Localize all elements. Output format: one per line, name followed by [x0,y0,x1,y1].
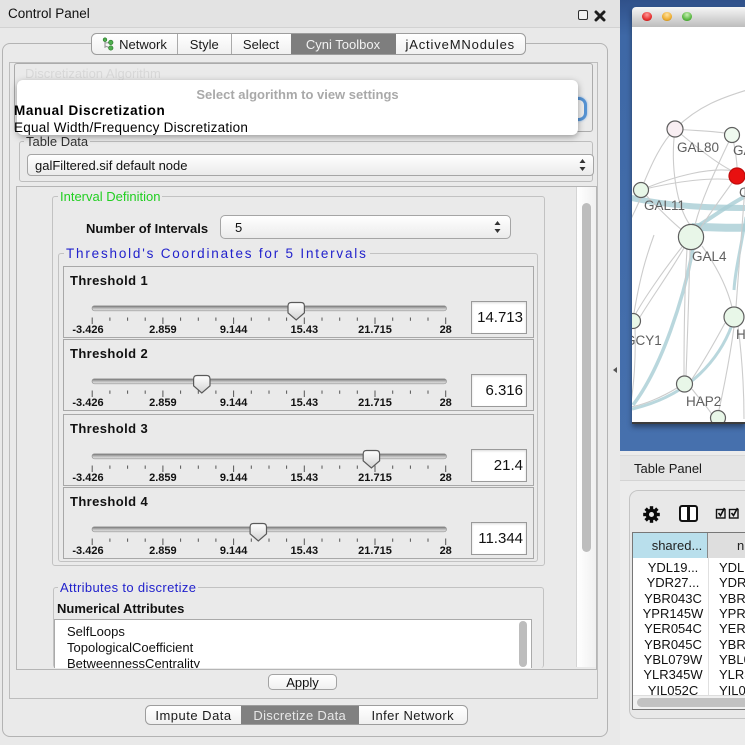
svg-text:C: C [739,185,745,200]
svg-text:GA: GA [733,143,745,158]
svg-text:GAL4: GAL4 [692,249,727,264]
svg-text:GCY1: GCY1 [632,333,662,348]
svg-text:GAL80: GAL80 [677,140,719,155]
svg-text:GAL11: GAL11 [644,198,685,213]
svg-text:H: H [736,327,745,342]
svg-text:HAP2: HAP2 [686,394,721,409]
